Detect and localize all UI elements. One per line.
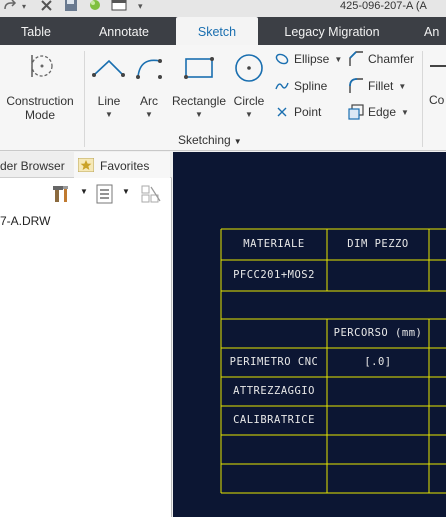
edge-icon [348,104,364,120]
circle-icon [235,54,263,82]
ellipse-button[interactable]: Ellipse ▼ [274,49,342,69]
header-materiale: MATERIALE [243,238,305,250]
tab-analysis[interactable]: An [424,17,446,45]
fillet-label: Fillet [368,79,394,93]
row-value-perimetro-cnc: [.0] [364,356,392,368]
edge-button[interactable]: Edge ▼ [348,102,409,122]
chevron-down-icon[interactable]: ▾ [22,2,26,16]
cut-off-button-label[interactable]: Co [429,93,444,107]
model-tree-drawing-item[interactable]: 7-A.DRW [0,214,50,228]
tab-legacy-migration[interactable]: Legacy Migration [264,17,400,45]
construction-mode-label-line1: Construction [6,94,74,108]
point-label: Point [294,105,322,119]
construction-mode-icon [31,55,53,77]
chevron-down-icon[interactable]: ▼ [230,110,268,120]
tab-table[interactable]: Table [0,17,72,45]
favorites-tab-label: Favorites [100,159,150,173]
row-label-attrezzaggio: ATTREZZAGGIO [233,385,315,397]
line-icon [92,59,125,77]
window-icon[interactable] [111,0,127,14]
ellipse-label: Ellipse [294,52,330,66]
ribbon-panel: Construction Mode Line ▼ Arc ▼ Rectangle… [0,45,446,151]
chevron-down-icon[interactable]: ▼ [170,110,228,120]
drawing-canvas[interactable]: MATERIALE DIM PEZZO PFCC201+MOS2 PERCORS… [173,152,446,517]
spline-label: Spline [294,79,328,93]
point-button[interactable]: Point [274,102,321,122]
save-icon[interactable] [64,0,78,14]
line-label: Line [97,94,121,108]
construction-mode-label-line2: Mode [24,108,56,122]
chamfer-label: Chamfer [368,52,415,66]
rectangle-label: Rectangle [171,94,227,108]
sketching-group-text: Sketching [178,133,231,147]
panel-tab-bar: der Browser Favorites [0,152,172,178]
chevron-down-icon[interactable]: ▼ [80,187,88,196]
tools-icon[interactable] [52,184,72,207]
customize-dropdown-icon[interactable]: ▾ [138,1,143,15]
list-settings-icon[interactable] [96,184,114,207]
chevron-down-icon[interactable]: ▼ [89,110,129,120]
fillet-icon [349,78,363,93]
model-tree-panel: der Browser Favorites ▼ ▼ 7-A.DRW [0,152,172,517]
star-icon [77,157,95,173]
chamfer-button[interactable]: Chamfer [348,49,414,69]
window-title: 425-096-207-A (A [340,0,427,12]
chevron-down-icon[interactable]: ▼ [398,82,406,91]
chevron-down-icon[interactable]: ▼ [130,110,168,120]
row-label-calibratrice: CALIBRATRICE [233,414,315,426]
construction-mode-button[interactable]: Construction Mode [2,51,78,122]
arc-icon [136,59,162,79]
fillet-button[interactable]: Fillet ▼ [348,76,406,96]
percorso-label: PERCORSO (mm) [333,327,423,339]
ribbon-tab-bar: Table Annotate Sketch Legacy Migration A… [0,17,446,45]
ribbon-separator [422,51,423,147]
row-label-perimetro-cnc: PERIMETRO CNC [229,356,319,368]
arc-label: Arc [140,94,158,108]
tab-folder-browser[interactable]: der Browser [0,152,70,178]
title-bar: ▾ ▾ 425-096-207-A (A [0,0,446,17]
redo-icon[interactable] [2,0,18,14]
close-window-icon[interactable] [40,0,54,14]
arc-button[interactable]: Arc ▼ [130,51,168,120]
ellipse-icon [275,53,289,65]
cut-off-icon [430,65,446,67]
chamfer-icon [349,51,363,66]
chevron-down-icon[interactable]: ▼ [401,108,409,117]
show-hide-icon[interactable] [140,184,162,207]
tab-favorites[interactable]: Favorites [74,152,170,178]
circle-button[interactable]: Circle ▼ [230,51,268,120]
circle-label: Circle [233,94,265,108]
ribbon-separator [84,51,85,147]
line-button[interactable]: Line ▼ [89,51,129,120]
rectangle-icon [184,57,214,79]
chevron-down-icon[interactable]: ▼ [334,55,342,64]
tab-annotate[interactable]: Annotate [76,17,172,45]
point-icon [277,107,287,117]
header-dim-pezzo: DIM PEZZO [347,238,409,250]
chevron-down-icon[interactable]: ▼ [122,187,130,196]
edge-label: Edge [368,105,397,119]
panel-toolbar: ▼ ▼ [0,179,172,209]
tab-sketch[interactable]: Sketch [176,17,258,45]
material-value: PFCC201+MOS2 [233,269,315,281]
spline-button[interactable]: Spline [274,76,327,96]
rectangle-button[interactable]: Rectangle ▼ [170,51,228,120]
chevron-down-icon[interactable]: ▼ [234,137,242,146]
sketching-group-label[interactable]: Sketching ▼ [178,133,242,147]
spline-icon [275,82,289,90]
regenerate-icon[interactable] [88,0,102,14]
